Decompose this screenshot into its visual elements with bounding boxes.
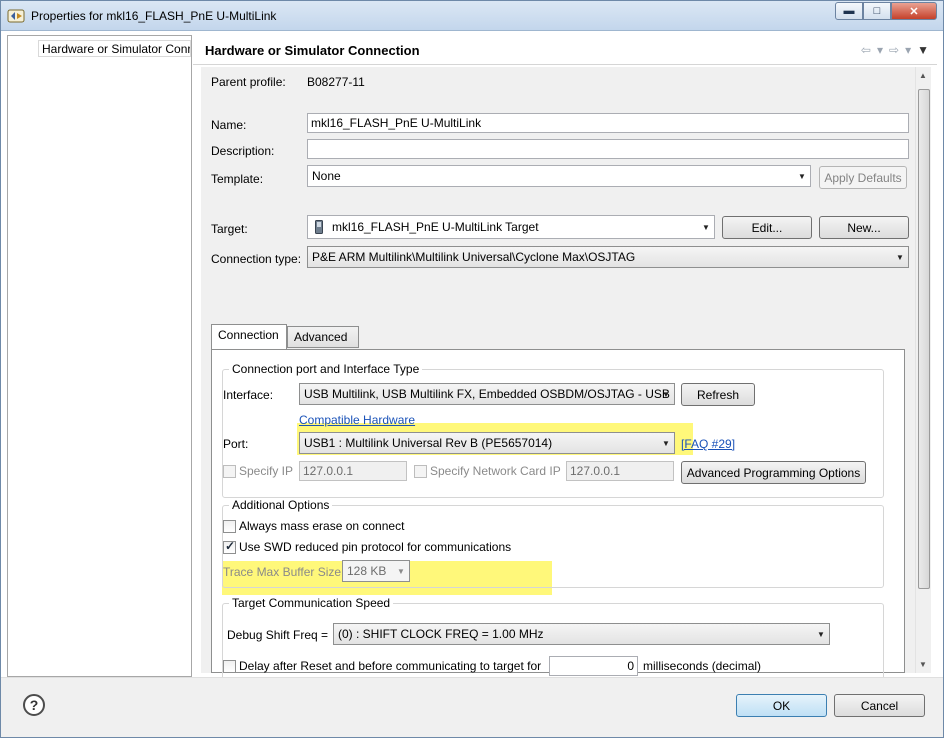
- dialog-footer: ? OK Cancel: [1, 677, 943, 737]
- maximize-button[interactable]: □: [863, 2, 891, 20]
- forward-arrow-icon[interactable]: ⇨: [889, 43, 899, 57]
- interface-select[interactable]: USB Multilink, USB Multilink FX, Embedde…: [299, 383, 675, 405]
- tab-advanced[interactable]: Advanced: [287, 326, 359, 348]
- connection-type-label: Connection type:: [211, 252, 302, 266]
- connection-type-select[interactable]: P&E ARM Multilink\Multilink Universal\Cy…: [307, 246, 909, 268]
- new-button[interactable]: New...: [819, 216, 909, 239]
- description-label: Description:: [211, 144, 275, 158]
- eclipse-app-icon: [7, 9, 25, 23]
- chevron-down-icon: ▼: [798, 171, 806, 181]
- connection-type-value: P&E ARM Multilink\Multilink Universal\Cy…: [312, 250, 636, 264]
- specify-ip-checkbox[interactable]: [223, 465, 236, 478]
- delay-units-label: milliseconds (decimal): [643, 659, 762, 673]
- cancel-button[interactable]: Cancel: [834, 694, 925, 717]
- connection-port-group: Connection port and Interface Type Inter…: [222, 362, 884, 498]
- name-label: Name:: [211, 118, 247, 132]
- properties-dialog: Properties for mkl16_FLASH_PnE U-MultiLi…: [0, 0, 944, 738]
- target-value: mkl16_FLASH_PnE U-MultiLink Target: [332, 220, 539, 234]
- vertical-scrollbar[interactable]: ▲ ▼: [915, 67, 931, 673]
- minimize-button[interactable]: ▬: [835, 2, 863, 20]
- apply-defaults-button[interactable]: Apply Defaults: [819, 166, 907, 189]
- template-select[interactable]: None ▼: [307, 165, 811, 187]
- interface-label: Interface:: [223, 388, 274, 402]
- port-select[interactable]: USB1 : Multilink Universal Rev B (PE5657…: [299, 432, 675, 454]
- close-button[interactable]: ✕: [891, 2, 937, 20]
- scroll-down-icon[interactable]: ▼: [919, 660, 927, 669]
- specify-ip-label: Specify IP: [239, 464, 294, 478]
- connection-tab-panel: Connection port and Interface Type Inter…: [211, 349, 905, 684]
- description-field[interactable]: [307, 139, 909, 159]
- trace-buffer-select[interactable]: 128 KB ▼: [342, 560, 410, 582]
- tab-connection[interactable]: Connection: [211, 324, 287, 349]
- delay-after-reset-label: Delay after Reset and before communicati…: [239, 659, 542, 673]
- parent-profile-value: B08277-11: [307, 75, 365, 89]
- advanced-programming-options-button[interactable]: Advanced Programming Options: [681, 461, 866, 484]
- compatible-hardware-link[interactable]: Compatible Hardware: [299, 413, 415, 427]
- ip-field[interactable]: 127.0.0.1: [299, 461, 407, 481]
- chevron-down-icon: ▼: [896, 252, 904, 262]
- window-title: Properties for mkl16_FLASH_PnE U-MultiLi…: [31, 9, 277, 23]
- specify-network-card-ip-label: Specify Network Card IP: [430, 464, 561, 478]
- delay-field[interactable]: 0: [549, 656, 638, 676]
- chevron-down-icon: ▼: [662, 438, 670, 448]
- title-bar: Properties for mkl16_FLASH_PnE U-MultiLi…: [1, 1, 943, 31]
- chevron-down-icon: ▼: [662, 389, 670, 399]
- target-label: Target:: [211, 222, 248, 236]
- ok-button[interactable]: OK: [736, 694, 827, 717]
- scrollbar-thumb[interactable]: [918, 89, 930, 589]
- additional-options-group: Additional Options Always mass erase on …: [222, 498, 884, 588]
- target-communication-speed-group: Target Communication Speed Debug Shift F…: [222, 596, 884, 684]
- debug-shift-freq-value: (0) : SHIFT CLOCK FREQ = 1.00 MHz: [338, 627, 544, 641]
- mass-erase-checkbox[interactable]: [223, 520, 236, 533]
- network-card-ip-field[interactable]: 127.0.0.1: [566, 461, 674, 481]
- page-header: Hardware or Simulator Connection ⇦ ▾ ⇨ ▾…: [193, 35, 937, 65]
- trace-buffer-value: 128 KB: [347, 564, 387, 578]
- back-arrow-icon[interactable]: ⇦: [861, 43, 871, 57]
- properties-page: Hardware or Simulator Connection ⇦ ▾ ⇨ ▾…: [193, 35, 937, 684]
- speed-group-title: Target Communication Speed: [229, 596, 394, 610]
- page-title: Hardware or Simulator Connection: [205, 43, 420, 58]
- edit-button[interactable]: Edit...: [722, 216, 812, 239]
- checkmark-icon: ✓: [225, 539, 236, 553]
- sidebar-item-hardware-or-simulator-connection[interactable]: Hardware or Simulator Conr: [38, 40, 191, 57]
- parent-profile-label: Parent profile:: [211, 75, 286, 89]
- chevron-down-icon: ▼: [397, 566, 405, 576]
- refresh-button[interactable]: Refresh: [681, 383, 755, 406]
- delay-after-reset-checkbox[interactable]: [223, 660, 236, 673]
- port-label: Port:: [223, 437, 249, 451]
- faq-link[interactable]: [FAQ #29]: [681, 437, 735, 451]
- debug-shift-freq-label: Debug Shift Freq =: [227, 628, 329, 642]
- help-icon[interactable]: ?: [23, 694, 45, 716]
- mass-erase-label: Always mass erase on connect: [239, 519, 405, 533]
- device-icon: [315, 220, 323, 234]
- target-select[interactable]: mkl16_FLASH_PnE U-MultiLink Target ▼: [307, 215, 715, 239]
- swd-label: Use SWD reduced pin protocol for communi…: [239, 540, 512, 554]
- sidebar-tree: Hardware or Simulator Conr: [7, 35, 192, 677]
- debug-shift-freq-select[interactable]: (0) : SHIFT CLOCK FREQ = 1.00 MHz ▼: [333, 623, 830, 645]
- view-menu-icon[interactable]: ▼: [917, 43, 929, 57]
- trace-buffer-label: Trace Max Buffer Size:: [223, 565, 345, 579]
- template-value: None: [312, 169, 341, 183]
- back-dropdown-icon[interactable]: ▾: [877, 43, 883, 57]
- scroll-up-icon[interactable]: ▲: [919, 71, 927, 80]
- additional-options-group-title: Additional Options: [229, 498, 333, 512]
- port-value: USB1 : Multilink Universal Rev B (PE5657…: [304, 436, 553, 450]
- chevron-down-icon: ▼: [817, 629, 825, 639]
- specify-network-card-ip-checkbox[interactable]: [414, 465, 427, 478]
- name-field[interactable]: mkl16_FLASH_PnE U-MultiLink: [307, 113, 909, 133]
- forward-dropdown-icon[interactable]: ▾: [905, 43, 911, 57]
- connection-port-group-title: Connection port and Interface Type: [229, 362, 423, 376]
- template-label: Template:: [211, 172, 264, 186]
- interface-value: USB Multilink, USB Multilink FX, Embedde…: [304, 387, 670, 401]
- swd-checkbox[interactable]: ✓: [223, 539, 236, 554]
- chevron-down-icon: ▼: [702, 222, 710, 232]
- content-area: Parent profile: B08277-11 Name: mkl16_FL…: [201, 67, 915, 684]
